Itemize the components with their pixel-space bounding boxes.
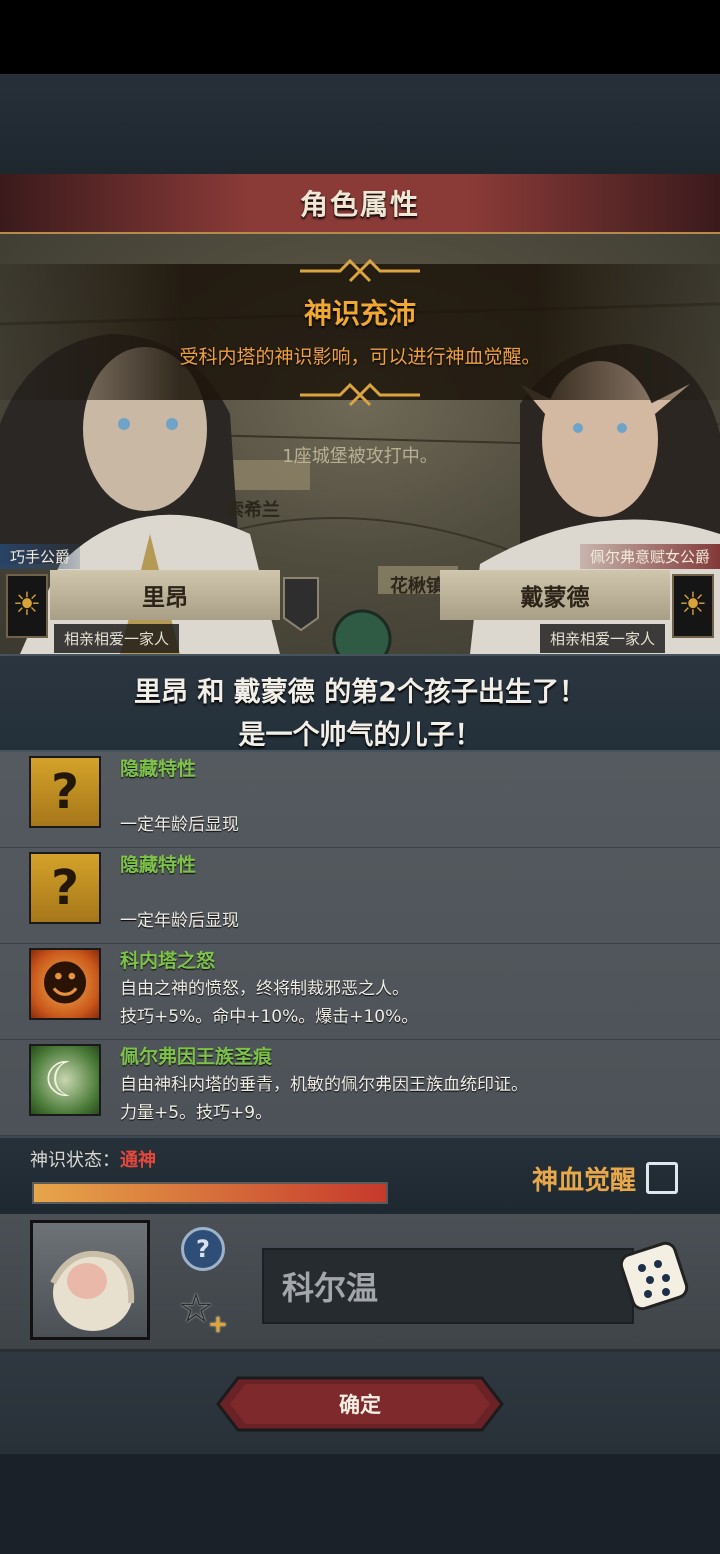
parent-title-left: 巧手公爵	[0, 544, 81, 569]
divine-status-panel: 神识状态：通神 神血觉醒	[0, 1136, 720, 1214]
ornament-top-icon	[300, 258, 420, 283]
baby-avatar	[30, 1220, 150, 1340]
divine-status-label: 神识状态：通神	[30, 1146, 156, 1172]
awaken-checkbox[interactable]	[646, 1162, 678, 1194]
smiling-sun-icon: ☻	[29, 948, 101, 1020]
ornament-bottom-icon	[300, 382, 420, 407]
divine-progress-fill	[34, 1184, 386, 1202]
trait-item[interactable]: ? 隐藏特性 一定年龄后显现	[0, 848, 720, 944]
divine-progress-bar	[32, 1182, 388, 1204]
trait-description: 自由之神的愤怒，终将制裁邪恶之人。	[120, 979, 409, 999]
trait-description: 自由神科内塔的垂青，机敏的佩尔弗因王族血统印证。	[120, 1075, 528, 1095]
trait-name: 隐藏特性	[120, 854, 197, 876]
bottom-band	[0, 1454, 720, 1554]
event-scene: 索希兰 花楸镇 神识充沛 受科内塔的神识影响，可以进行神血觉醒。 1座城堡被攻打…	[0, 234, 720, 654]
awaken-label: 神血觉醒	[531, 1166, 636, 1196]
birth-line-1: 里昂 和 戴蒙德 的第2个孩子出生了！	[134, 677, 586, 708]
child-name-input[interactable]: 科尔温	[262, 1248, 634, 1324]
question-mark-icon: ?	[29, 852, 101, 924]
trait-effect: 一定年龄后显现	[120, 911, 239, 931]
top-band	[0, 74, 720, 174]
trait-item[interactable]: ☻ 科内塔之怒 自由之神的愤怒，终将制裁邪恶之人。 技巧+5%。命中+10%。爆…	[0, 944, 720, 1040]
birth-announcement: 里昂 和 戴蒙德 的第2个孩子出生了！ 是一个帅气的儿子！	[0, 654, 720, 752]
status-bar-area	[0, 0, 720, 74]
map-label: 花楸镇	[390, 576, 444, 597]
divine-status-caption: 神识状态：	[30, 1150, 120, 1171]
title-bar: 角色属性	[0, 174, 720, 234]
event-description: 受科内塔的神识影响，可以进行神血觉醒。	[179, 346, 541, 368]
trait-effect: 力量+5。技巧+9。	[120, 1103, 273, 1123]
relation-right: 相亲相爱一家人	[540, 624, 666, 653]
map-label: 索希兰	[226, 500, 280, 521]
question-mark-icon: ?	[29, 756, 101, 828]
child-naming-panel: ? ☆ + 科尔温	[0, 1214, 720, 1352]
parent-name-right[interactable]: 戴蒙德	[440, 570, 670, 620]
trait-item[interactable]: ☾ 佩尔弗因王族圣痕 自由神科内塔的垂青，机敏的佩尔弗因王族血统印证。 力量+5…	[0, 1040, 720, 1136]
parent-name-left[interactable]: 里昂	[50, 570, 280, 620]
add-favorite-star-icon[interactable]: ☆ +	[178, 1286, 230, 1338]
trait-name: 隐藏特性	[120, 758, 197, 780]
trait-list: ? 隐藏特性 一定年龄后显现 ? 隐藏特性 一定年龄后显现 ☻ 科内塔之怒 自由…	[0, 752, 720, 1136]
banner-right-icon: ☀	[672, 574, 714, 638]
divine-status-value: 通神	[120, 1150, 156, 1171]
birth-line-2: 是一个帅气的儿子！	[238, 720, 482, 751]
relation-left: 相亲相爱一家人	[54, 624, 180, 653]
trait-item[interactable]: ? 隐藏特性 一定年龄后显现	[0, 752, 720, 848]
plus-glyph: +	[207, 1310, 228, 1338]
help-icon[interactable]: ?	[181, 1227, 225, 1271]
map-news: 1座城堡被攻打中。	[282, 446, 438, 467]
event-title: 神识充沛	[303, 297, 416, 330]
confirm-button[interactable]: 确定	[216, 1376, 504, 1432]
parent-title-right: 佩尔弗意赋女公爵	[579, 544, 720, 569]
wave-crescent-icon: ☾	[29, 1044, 101, 1116]
trait-effect: 技巧+5%。命中+10%。爆击+10%。	[120, 1007, 419, 1027]
page-title: 角色属性	[299, 188, 420, 221]
banner-left-icon: ☀	[6, 574, 48, 638]
trait-name: 科内塔之怒	[120, 950, 216, 972]
randomize-dice-icon[interactable]	[618, 1240, 692, 1314]
trait-name: 佩尔弗因王族圣痕	[120, 1046, 273, 1068]
trait-effect: 一定年龄后显现	[120, 815, 239, 835]
